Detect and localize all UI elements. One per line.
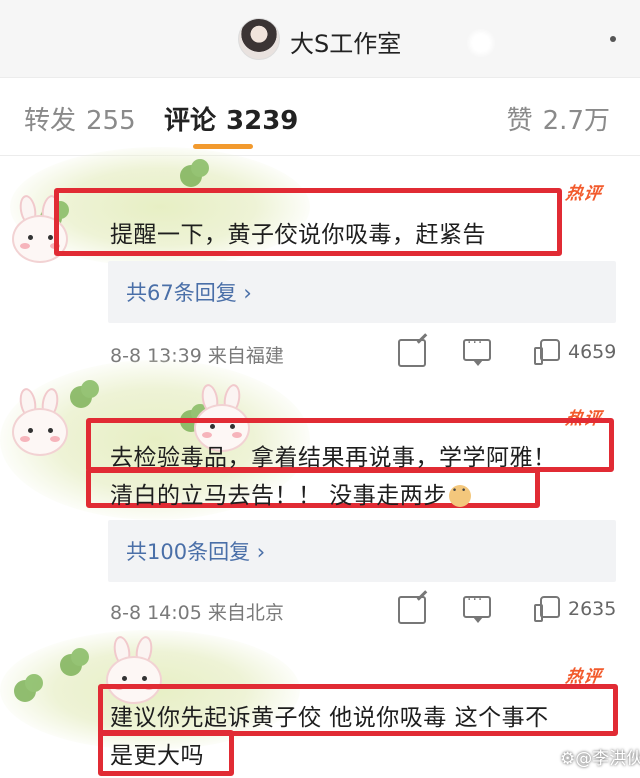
- light-glare: [466, 28, 496, 58]
- comment-text: 提醒一下，黄子佼说你吸毒，赶紧告: [110, 222, 486, 248]
- more-menu-icon[interactable]: [610, 36, 616, 42]
- interaction-tabs: 转发 255 评论 3239 赞 2.7万: [0, 78, 640, 156]
- top-bar: 大S工作室: [0, 0, 640, 78]
- comment-location: 来自北京: [207, 602, 284, 624]
- tab-likes-count: 2.7万: [542, 106, 610, 136]
- replies-link[interactable]: 共100条回复 ›: [108, 520, 616, 582]
- clover-decoration: [180, 159, 209, 187]
- active-tab-indicator: [193, 144, 253, 149]
- tab-forward-label: 转发: [24, 106, 77, 136]
- like-thumb-icon[interactable]: [534, 596, 560, 622]
- comment-reply-icon[interactable]: [463, 335, 491, 366]
- comment-item: 热评 建议你先起诉黄子佼 他说你吸毒 这个事不 是更大吗: [0, 630, 640, 778]
- comment-text-line-2: 清白的立马去告！！ 没事走两步: [110, 476, 471, 510]
- tab-likes[interactable]: 赞 2.7万: [507, 100, 610, 137]
- like-thumb-icon[interactable]: [534, 339, 560, 365]
- tab-comments-label: 评论: [164, 106, 217, 136]
- hot-comment-badge: 热评: [564, 184, 604, 204]
- like-count: 2635: [568, 598, 617, 620]
- replies-link[interactable]: 共67条回复 ›: [108, 261, 616, 323]
- like-count: 4659: [568, 341, 617, 363]
- comment-item: 热评 去检验毒品，拿着结果再说事，学学阿雅！ 清白的立马去告！！ 没事走两步 共…: [0, 360, 640, 638]
- comment-time: 8-8 14:05: [110, 602, 202, 624]
- commenter-avatar[interactable]: [8, 386, 72, 462]
- share-icon[interactable]: [398, 339, 426, 367]
- tab-forward[interactable]: 转发 255: [24, 100, 136, 137]
- comment-item: 热评 提醒一下，黄子佼说你吸毒，赶紧告 共67条回复 › 8-8 13:39 来…: [0, 147, 640, 379]
- share-icon[interactable]: [398, 596, 426, 624]
- replies-count: 共100条回复 ›: [126, 540, 266, 564]
- tab-comments[interactable]: 评论 3239: [164, 100, 298, 137]
- comment-location: 来自福建: [207, 345, 284, 367]
- comment-text-line-2: 是更大吗: [110, 743, 204, 769]
- tab-forward-count: 255: [86, 106, 136, 136]
- comment-text: 清白的立马去告！！ 没事走两步: [110, 483, 447, 509]
- account-title[interactable]: 大S工作室: [290, 24, 401, 59]
- clover-decoration: [14, 674, 43, 702]
- comment-text-line-1: 去检验毒品，拿着结果再说事，学学阿雅！: [110, 445, 557, 471]
- comment-meta: 8-8 14:05 来自北京: [110, 598, 284, 625]
- account-avatar[interactable]: [238, 18, 280, 60]
- clover-decoration: [70, 380, 99, 408]
- tab-likes-label: 赞: [506, 106, 533, 136]
- comment-text-line-1: 建议你先起诉黄子佼 他说你吸毒 这个事不: [110, 705, 549, 731]
- source-watermark: ⚙@李洪伙: [560, 749, 640, 769]
- clover-decoration: [60, 648, 89, 676]
- tab-comments-count: 3239: [226, 106, 299, 136]
- replies-count: 共67条回复 ›: [126, 281, 252, 305]
- doge-emoji-icon: [448, 485, 471, 507]
- comment-reply-icon[interactable]: [463, 592, 491, 623]
